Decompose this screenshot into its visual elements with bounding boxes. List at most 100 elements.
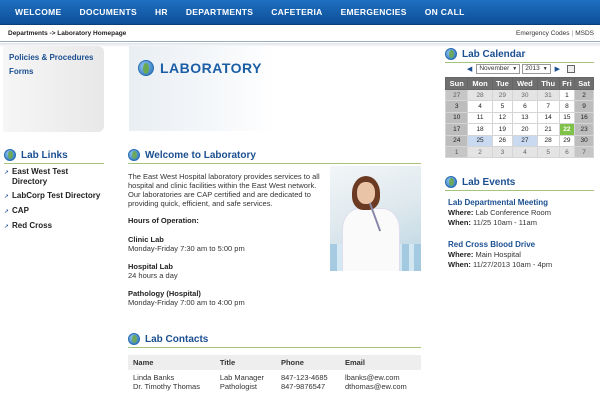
calendar-day[interactable]: 29 — [558, 134, 576, 147]
weekday-tue: Tue — [491, 77, 514, 90]
nav-on-call[interactable]: ON CALL — [416, 7, 474, 17]
calendar-day[interactable]: 3 — [444, 100, 469, 113]
calendar-day[interactable]: 2 — [574, 88, 594, 102]
calendar-day[interactable]: 19 — [491, 123, 514, 136]
nav-departments[interactable]: DEPARTMENTS — [177, 7, 262, 17]
nav-emergencies[interactable]: EMERGENCIES — [332, 7, 416, 17]
calendar-day[interactable]: 11 — [467, 111, 493, 125]
welcome-intro: The East West Hospital laboratory provid… — [128, 172, 320, 208]
nav-cafeteria[interactable]: CAFETERIA — [262, 7, 331, 17]
calendar-icon[interactable] — [567, 65, 576, 73]
calendar-week: 24 25 26 27 28 29 30 — [444, 134, 594, 147]
year-select[interactable]: 2013 ▼ — [522, 64, 551, 74]
calendar-day[interactable]: 8 — [558, 100, 576, 113]
calendar-day[interactable]: 5 — [491, 100, 514, 113]
calendar-day[interactable]: 14 — [536, 111, 560, 125]
col-name: Name — [128, 355, 215, 370]
calendar-day[interactable]: 6 — [512, 100, 538, 113]
event-title[interactable]: Lab Departmental Meeting — [448, 198, 598, 208]
calendar-day[interactable]: 7 — [574, 145, 594, 159]
calendar-day[interactable]: 20 — [512, 123, 538, 136]
lab-calendar-title: Lab Calendar — [462, 48, 526, 60]
calendar-day[interactable]: 1 — [558, 88, 576, 102]
globe-icon — [128, 149, 140, 161]
lab-link-east-west[interactable]: ➚ East West Test Directory — [4, 167, 104, 187]
calendar-day[interactable]: 21 — [536, 123, 560, 136]
breadcrumb-bar: Departments -> Laboratory Homepage Emerg… — [0, 26, 600, 42]
globe-icon — [4, 149, 16, 161]
calendar-day[interactable]: 15 — [558, 111, 576, 125]
calendar-day[interactable]: 9 — [574, 100, 594, 113]
lab-calendar: ◀ November ▼ 2013 ▼ ▶ Sun Mon Tue Wed Thu Fri Sa… — [444, 63, 594, 159]
weekday-fri: Fri — [558, 77, 576, 90]
hours-heading: Hours of Operation: — [128, 216, 199, 225]
chevron-down-icon: ▼ — [512, 66, 518, 72]
calendar-day[interactable]: 2 — [467, 145, 493, 159]
email-link[interactable]: lbanks@ew.com — [340, 370, 421, 382]
col-title: Title — [214, 355, 276, 370]
calendar-week: 17 18 19 20 21 22 23 — [444, 123, 594, 136]
globe-logo-icon — [138, 60, 154, 76]
calendar-day[interactable]: 26 — [491, 134, 514, 147]
arrow-icon: ➚ — [4, 170, 10, 176]
hours-hospital-lab: Hospital Lab 24 hours a day — [128, 262, 178, 280]
calendar-day[interactable]: 25 — [467, 134, 493, 147]
breadcrumb: Departments -> Laboratory Homepage — [8, 30, 127, 37]
nav-welcome[interactable]: WELCOME — [6, 7, 70, 17]
welcome-header: Welcome to Laboratory — [128, 149, 421, 164]
calendar-day[interactable]: 13 — [512, 111, 538, 125]
calendar-day[interactable]: 27 — [512, 134, 538, 147]
arrow-icon: ➚ — [4, 194, 10, 200]
calendar-day[interactable]: 1 — [444, 145, 469, 159]
calendar-day[interactable]: 4 — [467, 100, 493, 113]
calendar-day[interactable]: 27 — [444, 88, 469, 102]
month-select[interactable]: November ▼ — [476, 64, 521, 74]
event-item: Red Cross Blood Drive Where: Main Hospit… — [448, 240, 598, 270]
calendar-day[interactable]: 24 — [444, 134, 469, 147]
calendar-day[interactable]: 30 — [574, 134, 594, 147]
lab-links-list: ➚ East West Test Directory ➚ LabCorp Test … — [4, 167, 104, 236]
calendar-day[interactable]: 29 — [491, 88, 514, 102]
calendar-week: 3456789 — [444, 100, 594, 113]
hours-pathology: Pathology (Hospital) Monday-Friday 7:00 … — [128, 289, 245, 307]
calendar-day[interactable]: 31 — [536, 88, 560, 102]
calendar-day[interactable]: 17 — [444, 123, 469, 136]
calendar-day[interactable]: 30 — [512, 88, 538, 102]
calendar-day[interactable]: 10 — [444, 111, 469, 125]
welcome-title: Welcome to Laboratory — [145, 149, 256, 161]
calendar-day[interactable]: 23 — [574, 123, 594, 136]
lab-calendar-header: Lab Calendar — [445, 48, 594, 63]
calendar-day[interactable]: 4 — [512, 145, 538, 159]
banner-title: LABORATORY — [160, 60, 262, 76]
lab-events-list: Lab Departmental Meeting Where: Lab Conf… — [448, 198, 598, 282]
email-link[interactable]: dthomas@ew.com — [340, 382, 421, 391]
event-title[interactable]: Red Cross Blood Drive — [448, 240, 598, 250]
next-month-icon[interactable]: ▶ — [552, 65, 563, 73]
forms-link[interactable]: Forms — [9, 67, 98, 77]
calendar-day[interactable]: 3 — [491, 145, 514, 159]
policies-procedures-link[interactable]: Policies & Procedures — [9, 53, 98, 63]
weekday-sat: Sat — [574, 77, 594, 90]
calendar-day[interactable]: 6 — [558, 145, 576, 159]
calendar-day[interactable]: 22 — [558, 123, 576, 136]
lab-link-cap[interactable]: ➚ CAP — [4, 206, 104, 217]
nav-hr[interactable]: HR — [146, 7, 177, 17]
lab-link-labcorp[interactable]: ➚ LabCorp Test Directory — [4, 191, 104, 202]
calendar-day[interactable]: 28 — [467, 88, 493, 102]
prev-month-icon[interactable]: ◀ — [464, 65, 475, 73]
calendar-day[interactable]: 16 — [574, 111, 594, 125]
weekday-thu: Thu — [536, 77, 560, 90]
calendar-day[interactable]: 12 — [491, 111, 514, 125]
top-nav: WELCOME DOCUMENTS HR DEPARTMENTS CAFETER… — [0, 0, 600, 25]
contacts-header-row: Name Title Phone Email — [128, 355, 421, 370]
calendar-day[interactable]: 18 — [467, 123, 493, 136]
calendar-day[interactable]: 28 — [536, 134, 560, 147]
calendar-day[interactable]: 5 — [536, 145, 560, 159]
lab-link-red-cross[interactable]: ➚ Red Cross — [4, 221, 104, 232]
calendar-week: 10 11 12 13 14 15 16 — [444, 111, 594, 125]
msds-link[interactable]: MSDS — [575, 30, 594, 37]
calendar-day[interactable]: 7 — [536, 100, 560, 113]
lab-links-header: Lab Links — [4, 149, 104, 164]
emergency-codes-link[interactable]: Emergency Codes — [516, 30, 569, 37]
nav-documents[interactable]: DOCUMENTS — [70, 7, 145, 17]
